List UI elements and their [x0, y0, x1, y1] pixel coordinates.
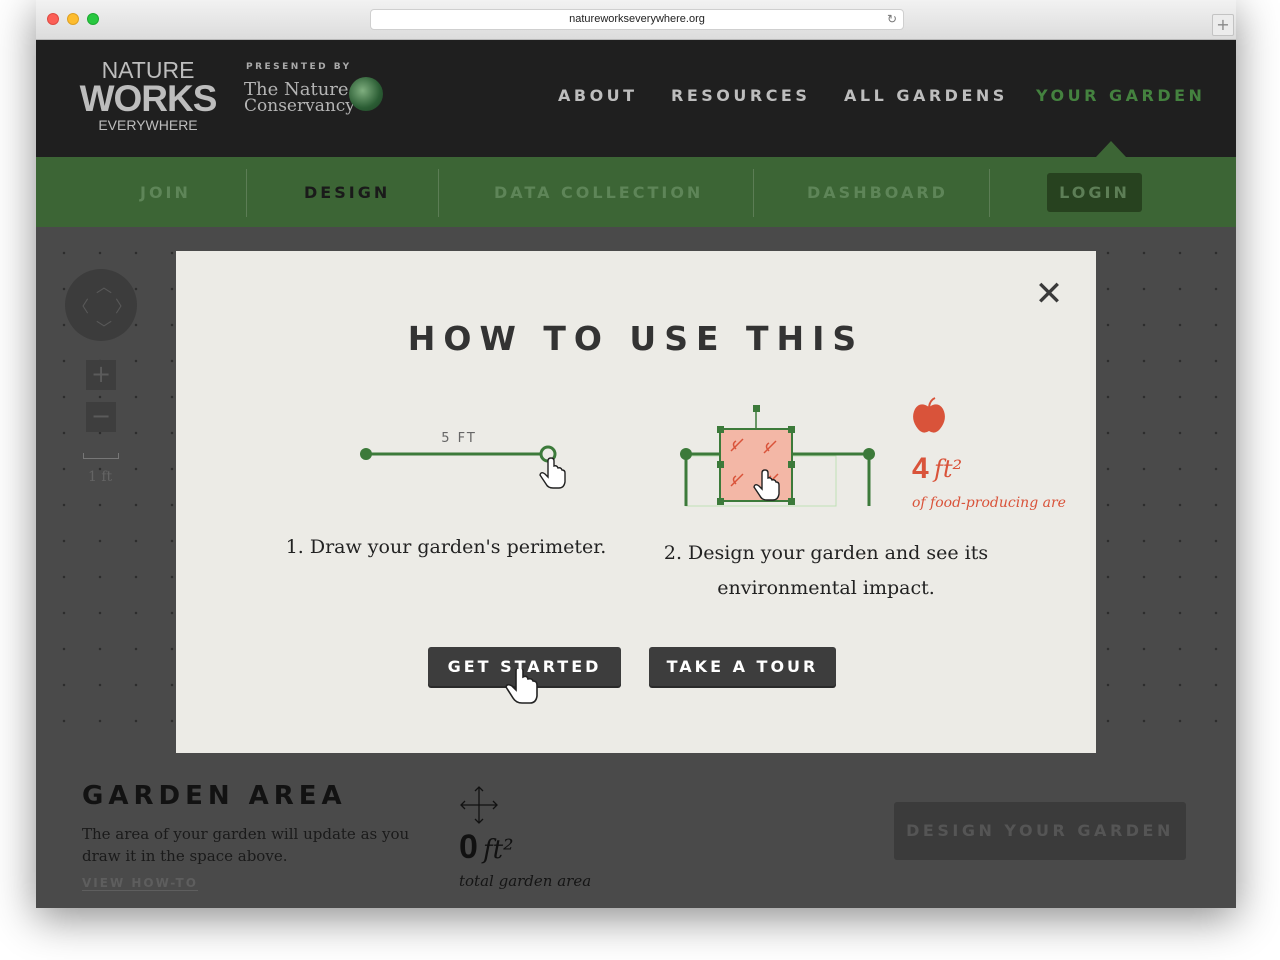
- perimeter-point: [863, 448, 875, 460]
- zoom-in-button[interactable]: +: [86, 360, 116, 390]
- take-a-tour-button[interactable]: TAKE A TOUR: [649, 647, 836, 686]
- pan-right-icon[interactable]: 〉: [115, 293, 131, 317]
- step-2-text: 2. Design your garden and see its enviro…: [663, 542, 989, 599]
- subnav-join[interactable]: JOIN: [140, 183, 191, 202]
- nature-conservancy-logo: The Nature Conservancy: [244, 79, 355, 116]
- subnav-divider: [438, 169, 439, 217]
- pan-down-icon[interactable]: ﹀: [96, 315, 112, 339]
- resize-handle: [788, 461, 795, 468]
- garden-area-value: 0 ft²: [459, 828, 514, 867]
- step-1-text: 1. Draw your garden's perimeter.: [285, 536, 607, 558]
- scale-bar: [83, 453, 119, 459]
- pan-left-icon[interactable]: 〈: [73, 293, 89, 317]
- how-to-modal: ✕ HOW TO USE THIS 5 FT 4 ft² of food-pro…: [176, 251, 1096, 753]
- hand-cursor-icon: [539, 457, 566, 489]
- resize-handle: [788, 498, 795, 505]
- subnav-design[interactable]: DESIGN: [304, 183, 390, 202]
- nature-works-logo[interactable]: NATURE WORKS EVERYWHERE: [78, 58, 218, 134]
- subnav-dashboard[interactable]: DASHBOARD: [807, 183, 948, 202]
- nav-about[interactable]: ABOUT: [558, 86, 638, 105]
- reload-icon[interactable]: ↻: [887, 10, 897, 29]
- globe-icon: [349, 77, 383, 111]
- minimize-window-button[interactable]: [67, 13, 79, 25]
- design-garden-illustration: 4 ft² of food-producing area: [680, 397, 1066, 511]
- move-arrows-icon: [460, 786, 498, 824]
- scale-label: 1 ft: [88, 469, 113, 485]
- garden-area-number: 0: [459, 828, 478, 866]
- nav-resources[interactable]: RESOURCES: [671, 86, 810, 105]
- site-header: NATURE WORKS EVERYWHERE PRESENTED BY The…: [36, 40, 1236, 157]
- subnav-divider: [246, 169, 247, 217]
- browser-toolbar: natureworkseverywhere.org ↻ +: [36, 0, 1236, 40]
- food-area-value: 4: [912, 452, 929, 485]
- url-text: natureworkseverywhere.org: [569, 13, 705, 25]
- close-window-button[interactable]: [47, 13, 59, 25]
- zoom-out-button[interactable]: −: [86, 402, 116, 432]
- pan-control[interactable]: ︿ ﹀ 〈 〉: [65, 269, 137, 341]
- resize-handle: [717, 461, 724, 468]
- modal-title: HOW TO USE THIS: [407, 319, 865, 358]
- measure-label: 5 FT: [441, 431, 477, 446]
- apple-icon: [913, 397, 945, 433]
- perimeter-start-point: [360, 448, 372, 460]
- maximize-window-button[interactable]: [87, 13, 99, 25]
- garden-area-label: total garden area: [459, 872, 592, 890]
- perimeter-point: [680, 448, 692, 460]
- design-your-garden-button[interactable]: DESIGN YOUR GARDEN: [894, 802, 1186, 860]
- resize-handle: [717, 426, 724, 433]
- hand-cursor-icon: [505, 669, 538, 704]
- garden-area-unit: ft²: [483, 835, 514, 865]
- food-area-unit: ft²: [932, 455, 962, 483]
- subnav-divider: [989, 169, 990, 217]
- address-bar[interactable]: natureworkseverywhere.org ↻: [370, 9, 904, 30]
- login-button[interactable]: LOGIN: [1047, 173, 1142, 212]
- subnav-divider: [753, 169, 754, 217]
- sub-navigation: JOIN DESIGN DATA COLLECTION DASHBOARD LO…: [36, 157, 1236, 227]
- close-icon[interactable]: ✕: [1034, 277, 1064, 311]
- pan-up-icon[interactable]: ︿: [96, 273, 112, 297]
- resize-handle: [788, 426, 795, 433]
- food-area-caption: of food-producing area: [912, 495, 1066, 511]
- garden-area-description: The area of your garden will update as y…: [82, 825, 410, 865]
- rotate-handle: [753, 405, 760, 412]
- nav-your-garden[interactable]: YOUR GARDEN: [1036, 86, 1205, 105]
- view-how-to-link[interactable]: VIEW HOW-TO: [82, 876, 198, 891]
- resize-handle: [717, 498, 724, 505]
- presented-by-label: PRESENTED BY: [246, 62, 352, 72]
- garden-area-title: GARDEN AREA: [82, 781, 347, 811]
- active-nav-indicator: [1096, 141, 1126, 157]
- browser-window: natureworkseverywhere.org ↻ + NATURE WOR…: [36, 0, 1236, 908]
- new-tab-button[interactable]: +: [1212, 14, 1234, 36]
- subnav-data-collection[interactable]: DATA COLLECTION: [494, 183, 703, 202]
- draw-perimeter-illustration: 5 FT: [360, 431, 566, 489]
- garden-area-panel: GARDEN AREA The area of your garden will…: [36, 753, 1236, 908]
- nav-all-gardens[interactable]: ALL GARDENS: [844, 86, 1008, 105]
